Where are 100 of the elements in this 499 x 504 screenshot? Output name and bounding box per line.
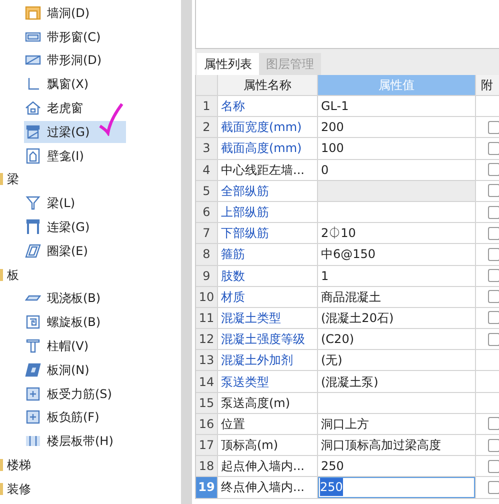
row-number: 11 xyxy=(196,308,218,328)
slab-opening-icon xyxy=(25,362,41,378)
row-number: 18 xyxy=(196,456,218,476)
tree-group[interactable]: 装修 xyxy=(7,480,31,498)
checkbox[interactable] xyxy=(488,226,499,240)
property-name: 位置 xyxy=(218,414,318,434)
checkbox[interactable] xyxy=(488,438,499,452)
tree-item[interactable]: 楼层板带(H) xyxy=(24,430,126,452)
tree-item[interactable]: 板洞(N) xyxy=(24,358,126,381)
row-number: 3 xyxy=(196,138,218,159)
niche-icon xyxy=(25,148,41,164)
row-number: 8 xyxy=(196,244,218,264)
property-name: 混凝土类型 xyxy=(218,308,318,328)
row-number: 1 xyxy=(196,96,218,116)
tree-item[interactable]: 飘窗(X) xyxy=(24,73,126,96)
column-header[interactable]: 附 xyxy=(476,75,499,95)
tree-item[interactable]: 梁(L) xyxy=(24,192,126,214)
tree-group[interactable]: 楼梯 xyxy=(7,456,31,474)
row-number: 15 xyxy=(196,392,218,413)
property-value: (C20) xyxy=(320,331,354,348)
row-number: 12 xyxy=(196,329,218,350)
property-name: 截面高度(mm) xyxy=(218,138,318,159)
checkbox[interactable] xyxy=(488,269,499,282)
row-number: 9 xyxy=(196,266,218,286)
property-value: 250 xyxy=(320,458,344,476)
property-value: 100 xyxy=(320,140,344,158)
property-name: 混凝土外加剂 xyxy=(218,350,318,370)
checkbox[interactable] xyxy=(488,332,499,346)
checkbox[interactable] xyxy=(488,311,499,324)
tree-group[interactable]: 梁 xyxy=(7,170,19,188)
checkbox[interactable] xyxy=(488,480,499,494)
checkbox[interactable] xyxy=(488,290,499,304)
property-value: (无) xyxy=(320,352,342,370)
tree-item[interactable]: 过梁(G) xyxy=(24,120,126,143)
property-value: 中6@150 xyxy=(320,246,376,264)
wall-opening-icon xyxy=(25,4,41,21)
tree-item[interactable]: 现浇板(B) xyxy=(24,287,126,310)
tree-item[interactable]: 墙洞(D) xyxy=(24,2,126,24)
folder-icon xyxy=(0,482,3,495)
house-icon xyxy=(25,100,41,116)
row-number: 16 xyxy=(196,414,218,434)
property-name: 名称 xyxy=(218,96,318,116)
folder-icon xyxy=(0,173,3,186)
value-input[interactable]: 250 xyxy=(318,477,475,498)
ring-beam-icon xyxy=(25,242,41,259)
tree-item[interactable]: 老虎窗 xyxy=(24,97,126,120)
checkbox[interactable] xyxy=(488,163,499,176)
tree-group[interactable]: 板 xyxy=(7,266,19,284)
property-value: 商品混凝土 xyxy=(320,288,381,306)
tree-item[interactable]: 带形洞(D) xyxy=(24,49,126,72)
tab[interactable]: 属性列表 xyxy=(197,53,259,75)
property-name: 中心线距左墙... xyxy=(218,160,318,180)
property-value: 洞口顶标高加过梁高度 xyxy=(320,437,441,454)
checkbox[interactable] xyxy=(488,120,499,134)
checkbox[interactable] xyxy=(488,142,499,155)
property-name: 顶标高(m) xyxy=(218,435,318,456)
checkbox[interactable] xyxy=(488,460,499,473)
rebar-panel-icon xyxy=(25,409,41,426)
coupling-beam-icon xyxy=(25,219,41,236)
tree-item[interactable]: 连梁(G) xyxy=(24,216,126,238)
row-number: 4 xyxy=(196,160,218,180)
property-name: 截面宽度(mm) xyxy=(218,117,318,138)
checkbox[interactable] xyxy=(488,206,499,219)
property-name: 混凝土强度等级 xyxy=(218,329,318,350)
property-name: 肢数 xyxy=(218,266,318,286)
property-name: 泵送高度(m) xyxy=(218,392,318,413)
row-number: 14 xyxy=(196,371,218,392)
spiral-icon xyxy=(25,314,41,330)
property-name: 材质 xyxy=(218,286,318,307)
tree-item[interactable]: 螺旋板(B) xyxy=(24,311,126,334)
tree-item[interactable]: 带形窗(C) xyxy=(24,26,126,48)
property-value: 洞口上方 xyxy=(320,416,369,433)
row-number: 13 xyxy=(196,350,218,370)
tree-item[interactable]: 柱帽(V) xyxy=(24,335,126,358)
rebar-panel-icon xyxy=(25,386,41,402)
tree-item[interactable]: 壁龛(I) xyxy=(24,144,126,167)
row-number: 7 xyxy=(196,223,218,244)
property-value: (混凝土20石) xyxy=(320,310,394,327)
property-value: 200 xyxy=(320,119,344,136)
row-number: 19 xyxy=(196,477,218,498)
row-number: 10 xyxy=(196,286,218,307)
folder-icon xyxy=(0,268,3,281)
row-number: 2 xyxy=(196,117,218,138)
row-number: 17 xyxy=(196,435,218,456)
lintel-icon xyxy=(25,124,41,140)
column-cap-icon xyxy=(25,338,41,354)
tree-item[interactable]: 圈梁(E) xyxy=(24,240,126,262)
property-name: 下部纵筋 xyxy=(218,223,318,244)
property-name: 终点伸入墙内... xyxy=(218,477,318,498)
property-name: 上部纵筋 xyxy=(218,202,318,222)
property-value: GL-1 xyxy=(320,98,349,116)
column-header[interactable]: 属性名称 xyxy=(218,75,318,95)
row-number: 5 xyxy=(196,180,218,201)
checkbox[interactable] xyxy=(488,248,499,261)
tree-item[interactable]: 板受力筋(S) xyxy=(24,382,126,405)
tree-item[interactable]: 板负筋(F) xyxy=(24,406,126,428)
checkbox[interactable] xyxy=(488,417,499,430)
property-value: (混凝土泵) xyxy=(320,374,378,391)
property-value: 0 xyxy=(320,162,329,179)
beam-icon xyxy=(25,195,41,212)
